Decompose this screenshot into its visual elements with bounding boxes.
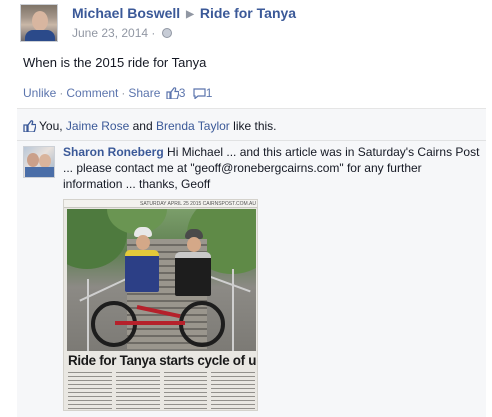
post-actions: Unlike · Comment · Share 3 1 — [23, 85, 212, 100]
unlike-link[interactable]: Unlike — [23, 86, 56, 100]
post-title: Michael Boswell ▶ Ride for Tanya — [72, 5, 296, 21]
liker-link[interactable]: Jaime Rose — [66, 119, 129, 133]
triangle-right-icon: ▶ — [186, 9, 194, 20]
commenter-name-link[interactable]: Sharon Roneberg — [63, 145, 164, 159]
clipping-headline: Ride for Tanya starts cycle of upgrading — [68, 353, 257, 368]
cyclists-photo — [67, 209, 256, 351]
author-name-link[interactable]: Michael Boswell — [72, 5, 180, 21]
speech-bubble-icon[interactable] — [193, 88, 206, 99]
post-text: When is the 2015 ride for Tanya — [23, 55, 207, 70]
share-link[interactable]: Share — [128, 86, 160, 100]
likes-summary: You, Jaime Rose and Brenda Taylor like t… — [23, 118, 277, 133]
globe-icon[interactable] — [161, 28, 172, 38]
divider — [17, 140, 486, 141]
post-meta: June 23, 2014 · — [72, 26, 172, 40]
thumbs-up-icon[interactable] — [166, 87, 179, 99]
clipping-header: SATURDAY APRIL 25 2015 CAIRNSPOST.COM.AU — [64, 200, 257, 208]
comment-count[interactable]: 1 — [206, 86, 213, 100]
like-count[interactable]: 3 — [179, 86, 186, 100]
page-name-link[interactable]: Ride for Tanya — [200, 5, 296, 21]
newspaper-clipping-image[interactable]: SATURDAY APRIL 25 2015 CAIRNSPOST.COM.AU… — [63, 199, 258, 411]
post-date-link[interactable]: June 23, 2014 · — [72, 26, 155, 40]
thumbs-up-icon — [23, 120, 37, 133]
author-avatar[interactable] — [20, 4, 58, 42]
comment-body: Sharon Roneberg Hi Michael ... and this … — [63, 144, 481, 192]
separator-dot: · — [121, 86, 126, 100]
post-header: Michael Boswell ▶ Ride for Tanya June 23, … — [20, 2, 480, 42]
clipping-columns — [68, 372, 255, 410]
comment-section: You, Jaime Rose and Brenda Taylor like t… — [17, 108, 486, 417]
comment-link[interactable]: Comment — [66, 86, 118, 100]
commenter-avatar[interactable] — [23, 146, 55, 178]
separator-dot: · — [59, 86, 64, 100]
liker-link[interactable]: Brenda Taylor — [156, 119, 230, 133]
likes-you: You — [39, 119, 60, 133]
